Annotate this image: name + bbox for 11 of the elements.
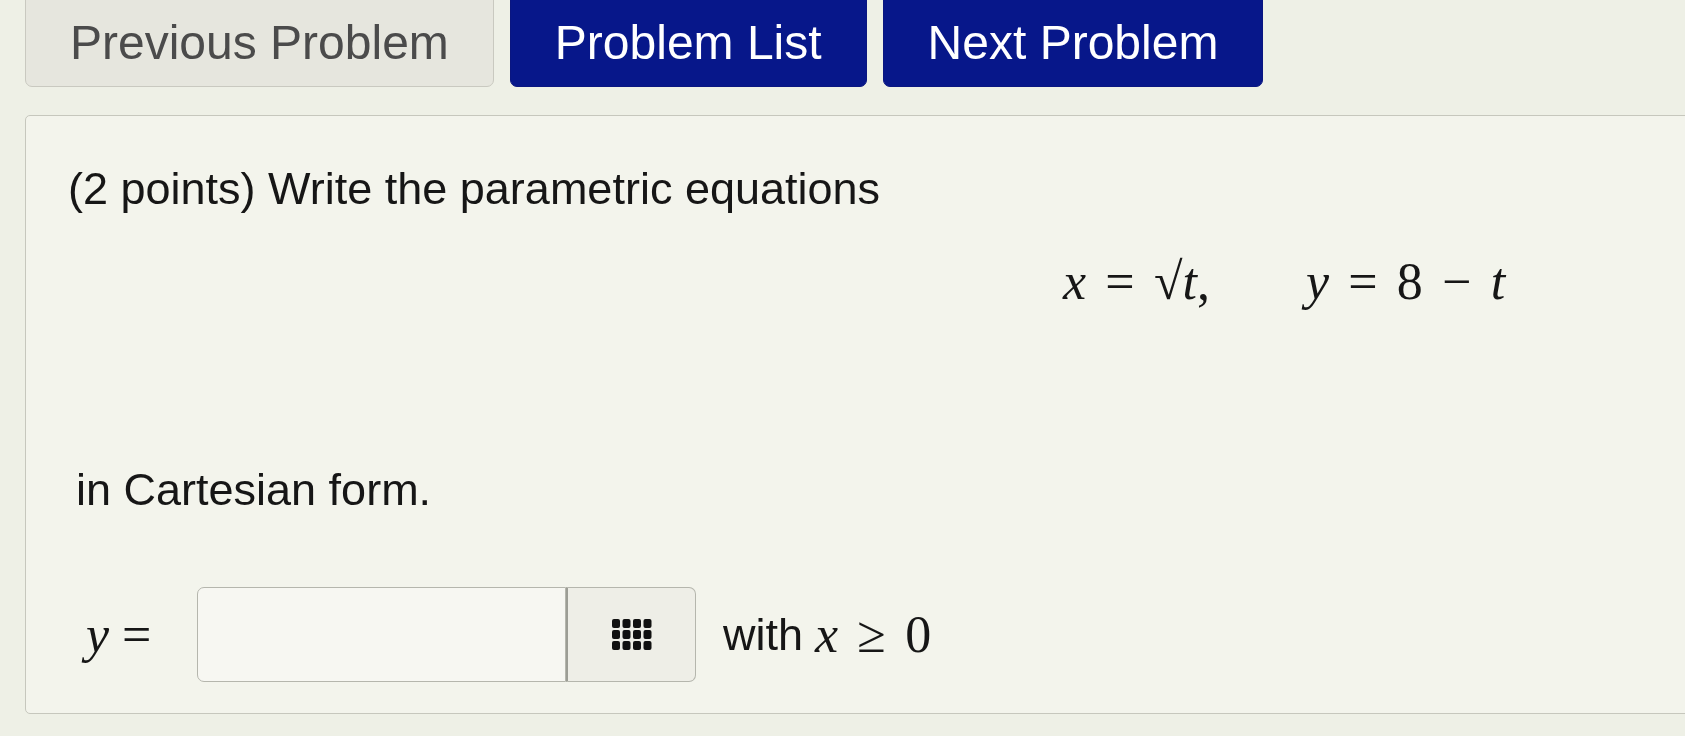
answer-label: y = <box>68 605 197 665</box>
keypad-icon <box>611 619 652 651</box>
condition-text: with <box>723 608 804 661</box>
condition-math: x ≥ 0 <box>815 605 932 665</box>
problem-text: (2 points) Write the parametric equations <box>68 162 882 216</box>
nav-button[interactable]: Problem List <box>509 0 867 87</box>
equation: x = √t, <box>1063 252 1210 312</box>
keypad-button[interactable] <box>566 587 696 683</box>
instruction-text: in Cartesian form. <box>75 463 433 518</box>
nav-button[interactable]: Next Problem <box>882 0 1264 87</box>
answer-field[interactable] <box>197 587 566 683</box>
